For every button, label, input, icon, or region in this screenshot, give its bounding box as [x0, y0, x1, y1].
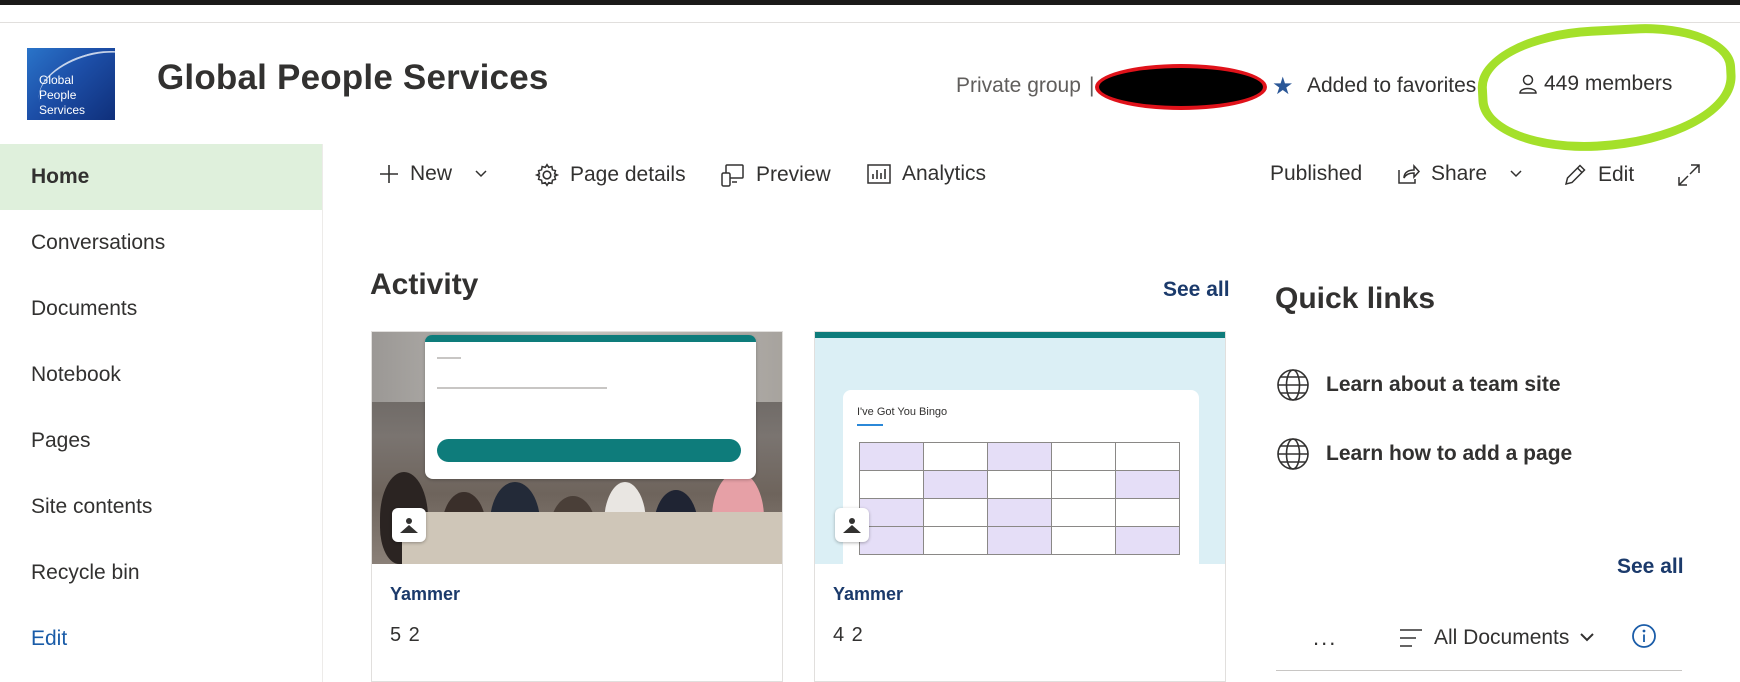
document-view-label: All Documents: [1434, 626, 1570, 649]
page-details-button[interactable]: Page details: [534, 162, 686, 188]
quick-link-team-site[interactable]: Learn about a team site: [1276, 368, 1561, 402]
analytics-label: Analytics: [902, 162, 987, 185]
header-separator: |: [1089, 74, 1095, 97]
logo-text: Global People Services: [39, 73, 86, 117]
info-icon: [1632, 624, 1656, 648]
nav-item-home[interactable]: Home: [0, 144, 322, 210]
image-badge: [835, 508, 869, 542]
more-options-button[interactable]: ...: [1313, 625, 1337, 651]
quick-links-see-all-link[interactable]: See all: [1617, 555, 1684, 579]
top-divider: [0, 22, 1740, 23]
star-icon[interactable]: ★: [1272, 72, 1294, 101]
info-button[interactable]: [1631, 623, 1657, 654]
card-counts: 5 2: [390, 624, 421, 646]
left-navigation: Home Conversations Documents Notebook Pa…: [0, 144, 323, 682]
gear-icon: [534, 163, 560, 187]
bingo-grid: [859, 442, 1180, 555]
top-bar: [0, 0, 1740, 5]
activity-card[interactable]: I've Got You Bingo Yammer 4 2: [814, 331, 1226, 682]
bingo-card: I've Got You Bingo: [843, 390, 1199, 564]
nav-edit-link[interactable]: Edit: [0, 606, 322, 672]
preview-label: Preview: [756, 163, 831, 186]
image-icon: [843, 518, 861, 533]
pencil-icon: [1564, 164, 1586, 186]
quick-link-add-page[interactable]: Learn how to add a page: [1276, 437, 1572, 471]
new-button[interactable]: New: [378, 162, 488, 186]
privacy-label: Private group: [956, 74, 1081, 97]
globe-icon: [1277, 438, 1309, 470]
page-details-label: Page details: [570, 163, 686, 186]
chevron-down-icon: [475, 170, 487, 178]
list-icon: [1400, 629, 1422, 647]
edit-button[interactable]: Edit: [1562, 162, 1634, 188]
quick-link-label: Learn how to add a page: [1326, 442, 1573, 465]
card-counts: 4 2: [833, 624, 864, 646]
card-thumbnail: [372, 332, 782, 564]
expand-button[interactable]: [1676, 162, 1702, 188]
quick-link-label: Learn about a team site: [1326, 373, 1561, 396]
activity-card[interactable]: Yammer 5 2: [371, 331, 783, 682]
nav-item-site-contents[interactable]: Site contents: [0, 474, 322, 540]
analytics-icon: [867, 164, 891, 184]
preview-icon: [721, 164, 744, 187]
activity-see-all-link[interactable]: See all: [1163, 278, 1230, 302]
edit-label: Edit: [1598, 163, 1635, 186]
new-label: New: [410, 162, 453, 185]
analytics-button[interactable]: Analytics: [866, 162, 986, 186]
card-thumbnail: I've Got You Bingo: [815, 332, 1225, 564]
nav-item-documents[interactable]: Documents: [0, 276, 322, 342]
image-icon: [400, 518, 418, 533]
slide-overlay: [425, 335, 756, 479]
chevron-down-icon: [1510, 170, 1522, 178]
nav-item-pages[interactable]: Pages: [0, 408, 322, 474]
preview-button[interactable]: Preview: [720, 162, 831, 188]
site-logo[interactable]: Global People Services: [27, 48, 115, 120]
nav-item-notebook[interactable]: Notebook: [0, 342, 322, 408]
image-badge: [392, 508, 426, 542]
nav-item-conversations[interactable]: Conversations: [0, 210, 322, 276]
share-label: Share: [1431, 162, 1488, 185]
quick-links-heading: Quick links: [1275, 282, 1436, 315]
chevron-down-icon: [1580, 633, 1595, 642]
publish-status: Published: [1270, 162, 1363, 185]
globe-icon: [1277, 369, 1309, 401]
share-icon: [1398, 164, 1421, 184]
activity-heading: Activity: [370, 268, 479, 301]
card-source[interactable]: Yammer: [833, 584, 903, 605]
document-view-selector[interactable]: All Documents: [1398, 626, 1595, 650]
share-button[interactable]: Share: [1395, 162, 1523, 186]
card-source[interactable]: Yammer: [390, 584, 460, 605]
annotation-highlight: [1474, 19, 1740, 157]
redacted-region: [1095, 64, 1267, 110]
documents-divider: [1276, 670, 1682, 671]
site-title[interactable]: Global People Services: [157, 58, 549, 98]
bingo-title: I've Got You Bingo: [857, 406, 948, 418]
nav-item-recycle-bin[interactable]: Recycle bin: [0, 540, 322, 606]
favorite-status[interactable]: Added to favorites: [1307, 74, 1476, 98]
expand-icon: [1678, 164, 1700, 186]
plus-icon: [380, 165, 398, 183]
